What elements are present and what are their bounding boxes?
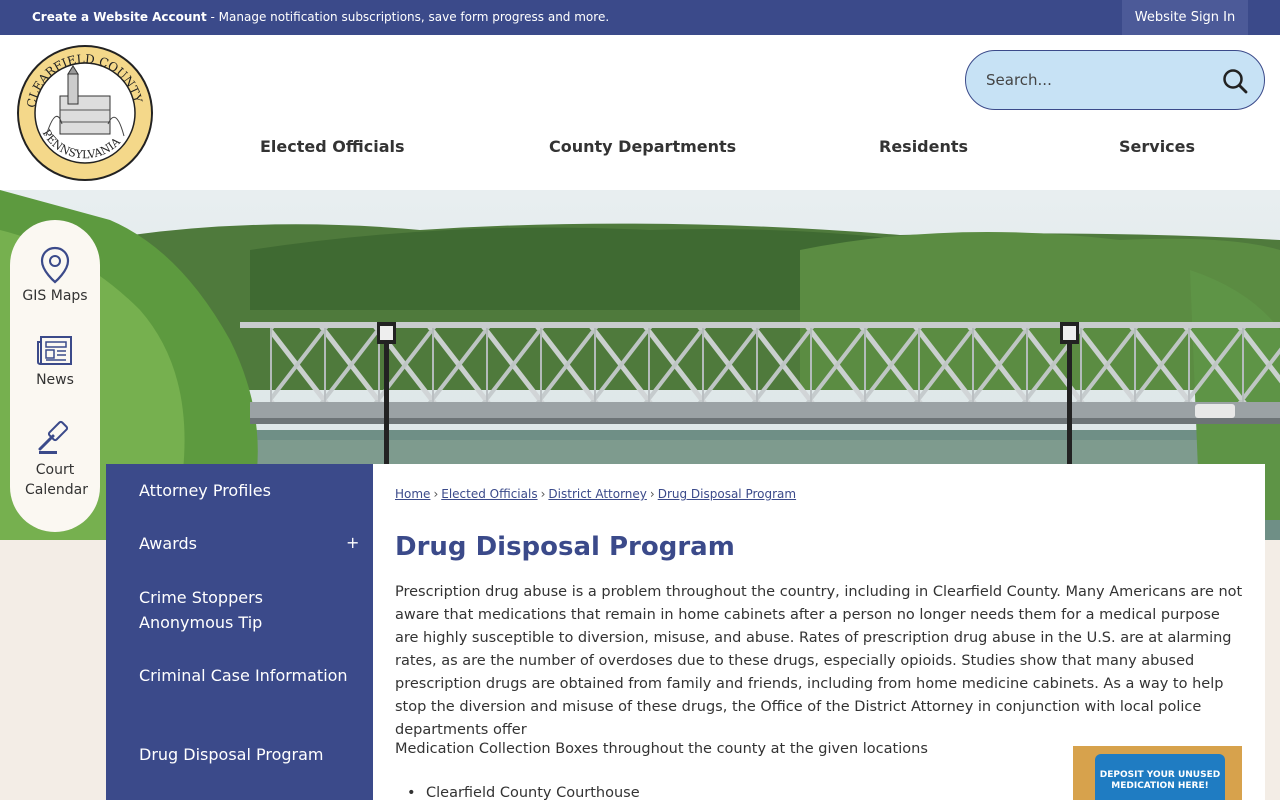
main-content: Home › Elected Officials › District Attorney… <box>373 464 1265 800</box>
nav-county-departments[interactable]: County Departments <box>549 137 736 156</box>
nav-elected-officials[interactable]: Elected Officials <box>260 137 405 156</box>
create-account-link[interactable]: Create a Website Account <box>32 10 207 24</box>
site-header: CLEARFIELD COUNTY PENNSYLVANIA Elected O… <box>0 35 1280 190</box>
search-input[interactable] <box>986 67 1206 93</box>
county-seal-logo[interactable]: CLEARFIELD COUNTY PENNSYLVANIA <box>16 44 154 182</box>
intro-paragraph: Prescription drug abuse is a problem thr… <box>395 584 1243 738</box>
sidebar-item-criminal-case-information[interactable]: Criminal Case Information <box>139 663 349 688</box>
breadcrumb-district-attorney[interactable]: District Attorney <box>548 487 646 501</box>
website-sign-in-button[interactable]: Website Sign In <box>1122 0 1248 35</box>
top-bar: Create a Website Account - Manage notifi… <box>0 0 1280 35</box>
map-pin-icon <box>40 246 70 284</box>
sidebar-item-crime-stoppers[interactable]: Crime Stoppers Anonymous Tip <box>139 585 349 635</box>
page-title: Drug Disposal Program <box>395 532 735 562</box>
breadcrumb: Home › Elected Officials › District Attorney… <box>395 487 797 501</box>
sidebar-nav: Attorney Profiles Awards + Crime Stopper… <box>106 464 373 800</box>
location-list-item: Clearfield County Courthouse <box>395 785 640 800</box>
gavel-icon <box>38 420 69 454</box>
nav-services[interactable]: Services <box>1119 137 1195 156</box>
quick-link-label: News <box>36 372 74 388</box>
account-message: Create a Website Account - Manage notifi… <box>32 10 609 24</box>
deposit-sign: DEPOSIT YOUR UNUSED MEDICATION HERE! <box>1095 754 1225 800</box>
account-message-text: - Manage notification subscriptions, sav… <box>206 10 610 24</box>
breadcrumb-elected-officials[interactable]: Elected Officials <box>441 487 537 501</box>
newspaper-icon <box>37 336 72 365</box>
sidebar-item-attorney-profiles[interactable]: Attorney Profiles <box>139 478 349 503</box>
collection-boxes-text: Medication Collection Boxes throughout t… <box>395 741 928 757</box>
quick-link-court-calendar[interactable]: Court Calendar <box>10 418 100 500</box>
sidebar-item-drug-disposal-program[interactable]: Drug Disposal Program <box>139 742 349 767</box>
expand-icon[interactable]: + <box>346 533 359 552</box>
quick-link-gis-maps[interactable]: GIS Maps <box>10 246 100 304</box>
breadcrumb-drug-disposal-program[interactable]: Drug Disposal Program <box>658 487 796 501</box>
breadcrumb-home[interactable]: Home <box>395 487 430 501</box>
quick-link-label: GIS Maps <box>22 288 88 304</box>
nav-residents[interactable]: Residents <box>879 137 968 156</box>
sidebar-item-awards[interactable]: Awards <box>139 531 349 556</box>
medication-deposit-image[interactable]: DEPOSIT YOUR UNUSED MEDICATION HERE! <box>1073 746 1242 800</box>
search-icon[interactable] <box>1222 68 1248 94</box>
quick-link-news[interactable]: News <box>10 334 100 388</box>
site-search <box>965 50 1265 110</box>
quick-links-panel: GIS Maps News Court Calendar <box>10 220 100 532</box>
quick-link-label: Court Calendar <box>25 462 88 498</box>
